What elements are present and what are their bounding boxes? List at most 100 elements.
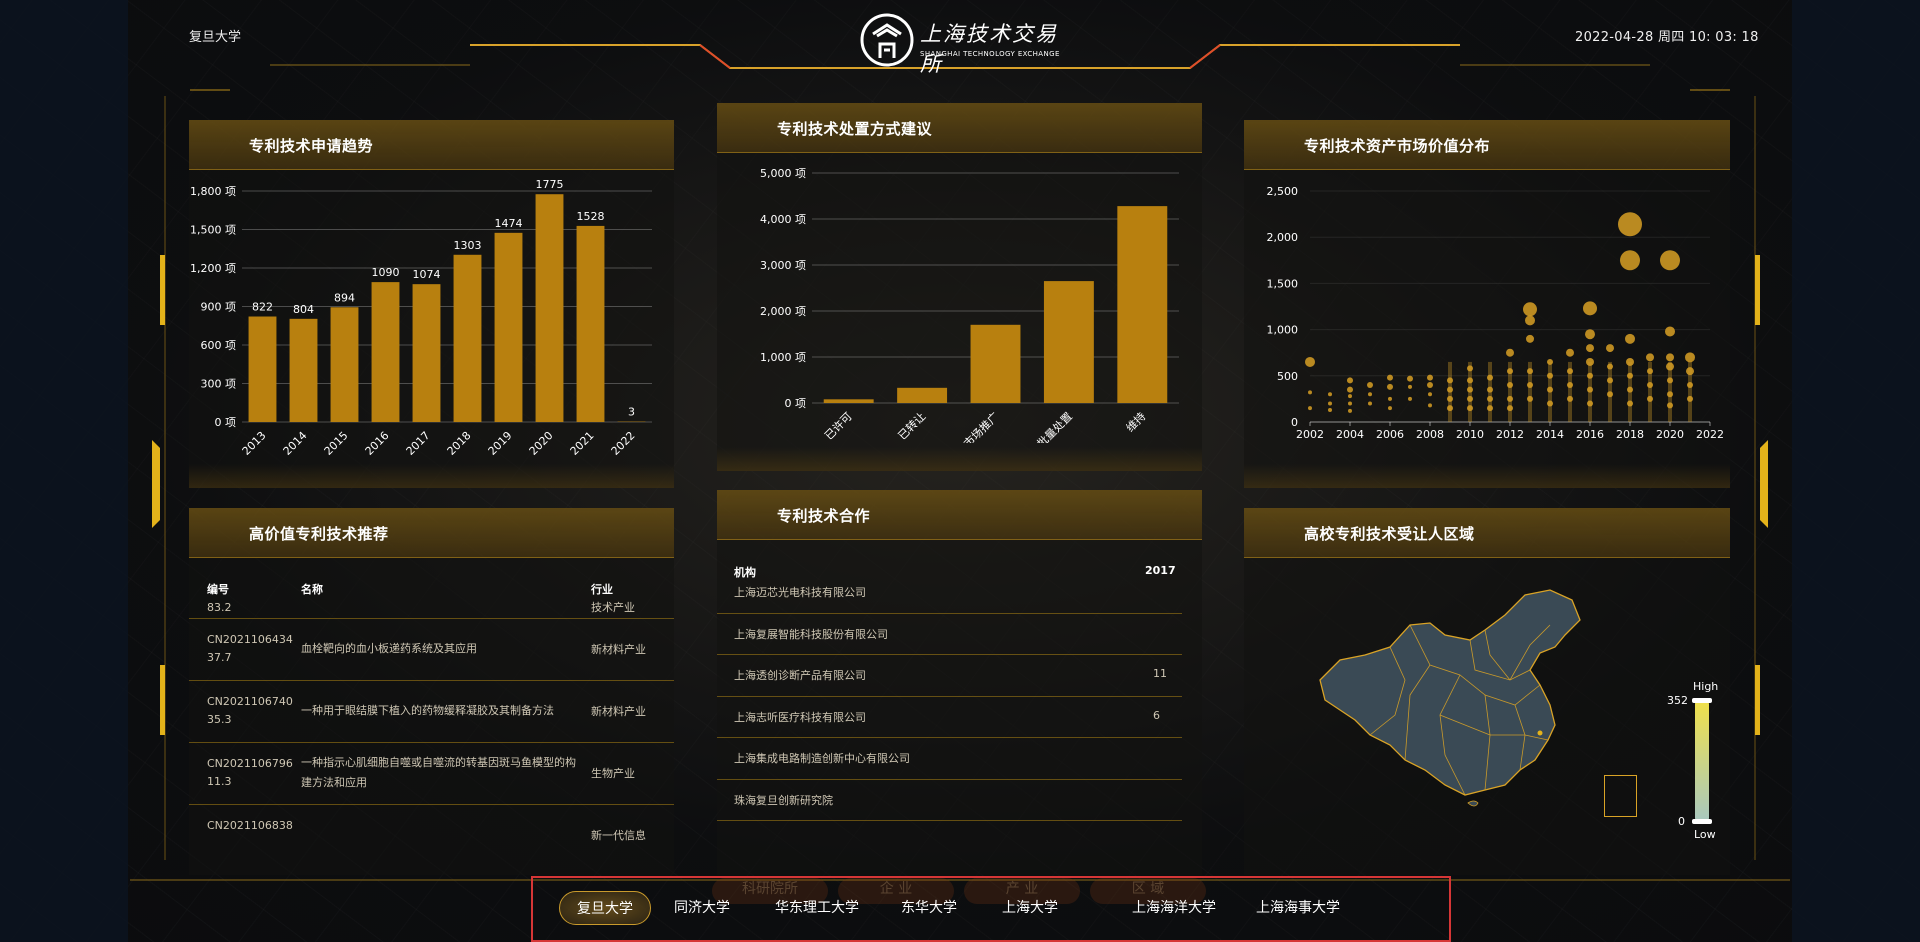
scatter-point[interactable] — [1507, 405, 1513, 412]
scatter-point[interactable] — [1527, 395, 1533, 402]
scatter-point[interactable] — [1467, 377, 1473, 384]
table-row[interactable]: 上海迈芯光电科技有限公司 — [717, 578, 1182, 614]
scatter-point[interactable] — [1328, 407, 1332, 412]
bar[interactable] — [453, 254, 482, 422]
scatter-point[interactable] — [1348, 401, 1352, 406]
scatter-point[interactable] — [1428, 403, 1432, 408]
scatter-point[interactable] — [1447, 395, 1453, 402]
scatter-point[interactable] — [1586, 344, 1594, 353]
scatter-point[interactable] — [1587, 400, 1593, 407]
table-row[interactable]: CN2021106796 11.3 一种指示心肌细胞自噬或自噬流的转基因斑马鱼模型… — [189, 743, 674, 805]
scatter-point[interactable] — [1647, 382, 1653, 389]
scatter-point[interactable] — [1427, 374, 1433, 381]
scatter-point[interactable] — [1625, 333, 1635, 344]
bar[interactable] — [371, 282, 400, 422]
scatter-point[interactable] — [1348, 408, 1352, 413]
scatter-point[interactable] — [1685, 352, 1695, 363]
scatter-point[interactable] — [1467, 386, 1473, 393]
scatter-point[interactable] — [1387, 383, 1393, 390]
bar[interactable] — [535, 194, 564, 422]
scatter-point[interactable] — [1388, 396, 1392, 401]
scatter-point[interactable] — [1660, 250, 1680, 271]
nav-university-4[interactable]: 上海大学 — [995, 891, 1065, 925]
scatter-point[interactable] — [1487, 374, 1493, 381]
scatter-point[interactable] — [1687, 395, 1693, 402]
scatter-point[interactable] — [1647, 368, 1653, 375]
scatter-point[interactable] — [1308, 390, 1312, 395]
scatter-point[interactable] — [1547, 358, 1553, 365]
nav-university-1[interactable]: 同济大学 — [664, 891, 740, 925]
nav-university-2[interactable]: 华东理工大学 — [767, 891, 867, 925]
scatter-point[interactable] — [1620, 250, 1640, 271]
table-row[interactable]: 83.2一种柔性钢空气杆锂电池及其制备方法技术产业 — [189, 601, 674, 619]
nav-university-5[interactable]: 上海海洋大学 — [1122, 891, 1226, 925]
recommend-scroll-area[interactable]: 83.2一种柔性钢空气杆锂电池及其制备方法技术产业CN2021106434 37… — [189, 601, 674, 856]
scatter-point[interactable] — [1447, 377, 1453, 384]
scatter-point[interactable] — [1428, 392, 1432, 397]
scatter-point[interactable] — [1647, 395, 1653, 402]
scatter-point[interactable] — [1547, 400, 1553, 407]
scatter-point[interactable] — [1567, 368, 1573, 375]
scatter-point[interactable] — [1627, 372, 1633, 379]
scatter-point[interactable] — [1487, 386, 1493, 393]
scatter-point[interactable] — [1407, 375, 1413, 382]
scatter-point[interactable] — [1667, 377, 1673, 384]
scatter-point[interactable] — [1388, 406, 1392, 411]
legend-color-scale[interactable] — [1695, 700, 1709, 822]
scatter-point[interactable] — [1305, 356, 1315, 367]
legend-handle-bottom[interactable] — [1692, 819, 1712, 824]
bar[interactable] — [823, 399, 874, 403]
scatter-point[interactable] — [1308, 406, 1312, 411]
table-row[interactable]: CN2021106434 37.7 血栓靶向的血小板递药系统及其应用 新材料产业 — [189, 619, 674, 681]
scatter-point[interactable] — [1408, 384, 1412, 389]
bar[interactable] — [970, 324, 1021, 403]
legend-handle-top[interactable] — [1692, 698, 1712, 703]
table-row[interactable]: 上海透创诊断产品有限公司 11 — [717, 655, 1182, 697]
scatter-point[interactable] — [1447, 386, 1453, 393]
scatter-point[interactable] — [1547, 372, 1553, 379]
scatter-point[interactable] — [1687, 382, 1693, 389]
scatter-point[interactable] — [1527, 368, 1533, 375]
scatter-point[interactable] — [1467, 405, 1473, 412]
scatter-point[interactable] — [1666, 362, 1674, 371]
scatter-point[interactable] — [1583, 301, 1597, 316]
scatter-point[interactable] — [1328, 392, 1332, 397]
scatter-point[interactable] — [1467, 395, 1473, 402]
scatter-point[interactable] — [1347, 377, 1353, 384]
bar[interactable] — [1043, 281, 1094, 403]
bar[interactable] — [330, 307, 359, 422]
scatter-point[interactable] — [1507, 395, 1513, 402]
nav-university-3[interactable]: 东华大学 — [891, 891, 967, 925]
scatter-point[interactable] — [1348, 394, 1352, 399]
bar[interactable] — [494, 232, 523, 422]
scatter-point[interactable] — [1665, 326, 1675, 337]
scatter-point[interactable] — [1607, 363, 1613, 370]
bar[interactable] — [1117, 206, 1168, 403]
scatter-point[interactable] — [1427, 382, 1433, 389]
scatter-point[interactable] — [1526, 334, 1534, 343]
scatter-point[interactable] — [1507, 368, 1513, 375]
scatter-point[interactable] — [1487, 405, 1493, 412]
scatter-point[interactable] — [1585, 329, 1595, 340]
scatter-point[interactable] — [1447, 405, 1453, 412]
scatter-point[interactable] — [1408, 396, 1412, 401]
table-row[interactable]: 上海集成电路制造创新中心有限公司 — [717, 738, 1182, 780]
bar[interactable] — [248, 316, 277, 422]
scatter-point[interactable] — [1487, 395, 1493, 402]
bar[interactable] — [576, 225, 605, 422]
scatter-point[interactable] — [1587, 386, 1593, 393]
table-row[interactable]: 珠海复旦创新研究院 — [717, 780, 1182, 821]
scatter-point[interactable] — [1667, 402, 1673, 409]
scatter-point[interactable] — [1627, 386, 1633, 393]
scatter-point[interactable] — [1587, 372, 1593, 379]
scatter-point[interactable] — [1347, 386, 1353, 393]
scatter-point[interactable] — [1525, 315, 1535, 326]
scatter-point[interactable] — [1547, 386, 1553, 393]
scatter-point[interactable] — [1507, 382, 1513, 389]
scatter-point[interactable] — [1626, 357, 1634, 366]
table-row[interactable]: CN2021106740 35.3 一种用于眼结膜下植入的药物缓释凝胶及其制备方法… — [189, 681, 674, 743]
scatter-point[interactable] — [1586, 357, 1594, 366]
nav-university-6[interactable]: 上海海事大学 — [1248, 891, 1348, 925]
scatter-point[interactable] — [1607, 391, 1613, 398]
scatter-point[interactable] — [1566, 348, 1574, 357]
